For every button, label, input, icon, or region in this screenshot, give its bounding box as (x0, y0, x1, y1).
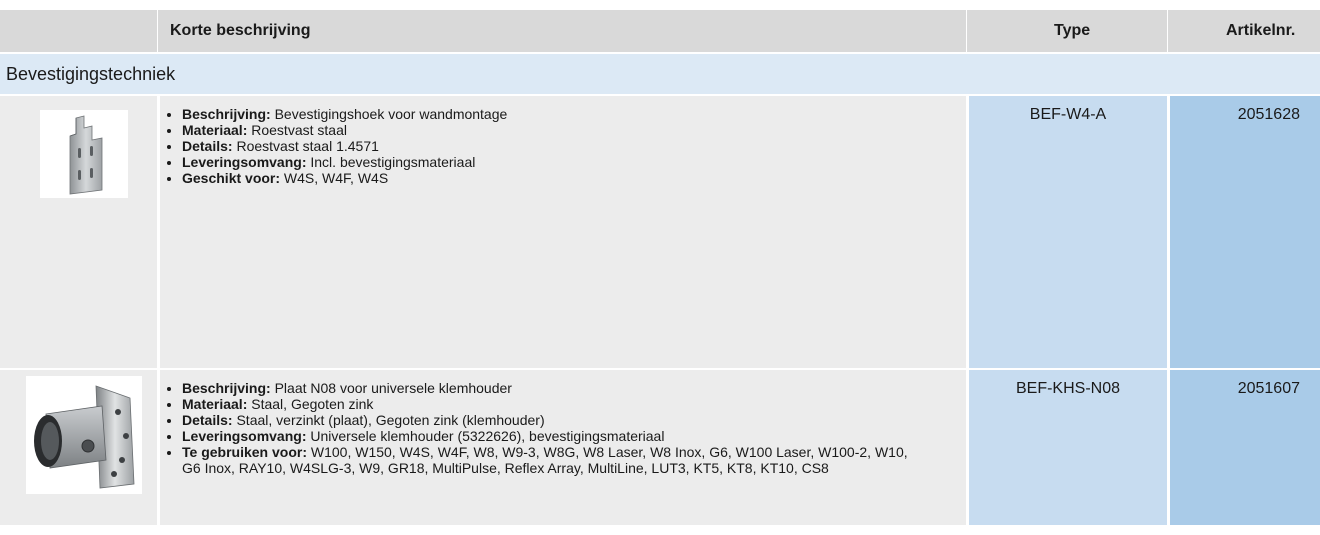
list-item: Materiaal: Staal, Gegoten zink (182, 396, 966, 412)
section-title: Bevestigingstechniek (6, 64, 176, 84)
product-image-cell (0, 96, 157, 368)
spec-value: Incl. bevestigingsmateriaal (306, 154, 476, 170)
header-divider (157, 10, 158, 52)
spec-label: Geschikt voor: (182, 170, 281, 186)
spec-value: W4S, W4F, W4S (280, 170, 389, 186)
type-value: BEF-KHS-N08 (1015, 380, 1121, 397)
spec-label: Beschrijving: (182, 380, 271, 396)
table-row: Beschrijving: Plaat N08 voor universele … (0, 370, 1320, 525)
table-row: Beschrijving: Bevestigingshoek voor wand… (0, 96, 1320, 368)
spec-value: Staal, Gegoten zink (247, 396, 374, 412)
list-item: Leveringsomvang: Incl. bevestigingsmater… (182, 154, 966, 170)
spec-label: Materiaal: (182, 396, 248, 412)
list-item: Beschrijving: Plaat N08 voor universele … (182, 380, 966, 396)
spec-label: Details: (182, 412, 233, 428)
header-divider (966, 10, 967, 52)
type-cell: BEF-W4-A (969, 96, 1167, 368)
spec-value: Roestvast staal 1.4571 (232, 138, 379, 154)
article-number: 2051607 (1237, 380, 1300, 397)
list-item: Details: Roestvast staal 1.4571 (182, 138, 966, 154)
spec-label: Leveringsomvang: (182, 428, 307, 444)
spec-label: Materiaal: (182, 122, 248, 138)
mounting-bracket-image (40, 110, 128, 198)
list-item: Geschikt voor: W4S, W4F, W4S (182, 170, 966, 186)
spec-label: Leveringsomvang: (182, 154, 307, 170)
list-item: Details: Staal, verzinkt (plaat), Gegote… (182, 412, 966, 428)
description-cell: Beschrijving: Bevestigingshoek voor wand… (160, 96, 966, 368)
list-item: Beschrijving: Bevestigingshoek voor wand… (182, 106, 966, 122)
list-item: Te gebruiken voor: W100, W150, W4S, W4F,… (182, 444, 966, 476)
article-cell: 2051628 (1170, 96, 1320, 368)
header-article: Artikelnr. (1226, 22, 1296, 39)
spec-value: Bevestigingshoek voor wandmontage (270, 106, 508, 122)
header-description: Korte beschrijving (170, 22, 311, 39)
header-type: Type (1054, 22, 1091, 39)
spec-list: Beschrijving: Plaat N08 voor universele … (160, 370, 966, 476)
spec-list: Beschrijving: Bevestigingshoek voor wand… (160, 96, 966, 186)
spec-value: Universele klemhouder (5322626), bevesti… (306, 428, 665, 444)
type-value: BEF-W4-A (1029, 106, 1107, 123)
article-number: 2051628 (1237, 106, 1300, 123)
spec-label: Te gebruiken voor: (182, 444, 307, 460)
description-cell: Beschrijving: Plaat N08 voor universele … (160, 370, 966, 525)
spec-label: Beschrijving: (182, 106, 271, 122)
spec-value: Staal, verzinkt (plaat), Gegoten zink (k… (232, 412, 545, 428)
table-header: Korte beschrijving Type Artikelnr. (0, 10, 1320, 52)
product-image-cell (0, 370, 157, 525)
article-cell: 2051607 (1170, 370, 1320, 525)
type-cell: BEF-KHS-N08 (969, 370, 1167, 525)
header-divider (1167, 10, 1168, 52)
clamp-plate-image (26, 376, 142, 494)
list-item: Leveringsomvang: Universele klemhouder (… (182, 428, 966, 444)
spec-value: Plaat N08 voor universele klemhouder (270, 380, 512, 396)
list-item: Materiaal: Roestvast staal (182, 122, 966, 138)
section-heading: Bevestigingstechniek (0, 54, 1320, 94)
spec-label: Details: (182, 138, 233, 154)
spec-value: Roestvast staal (247, 122, 347, 138)
